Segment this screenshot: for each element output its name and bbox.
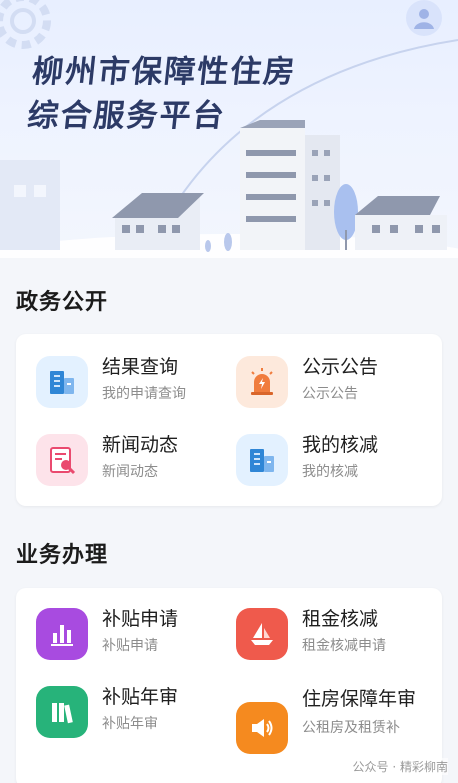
subsidy-annual-review-subtitle: 补贴年审 [102,716,158,732]
subsidy-annual-review-label: 补贴年审 [102,686,179,708]
news-tile[interactable]: 新闻动态 新闻动态 [36,430,236,500]
gear-decoration-icon [0,0,51,49]
bar-chart-icon [36,608,88,660]
subsidy-application-subtitle: 补贴申请 [102,638,158,654]
housing-annual-review-subtitle: 公租房及租赁补 [302,720,400,736]
rent-reduction-label: 租金核减 [302,608,379,630]
building-icon [236,434,288,486]
wechat-watermark: 公众号 · 精彩柳南 [352,758,448,775]
public-notice-tile[interactable]: 公示公告 公示公告 [236,352,436,422]
section-title-government-affairs: 政务公开 [16,290,109,315]
section-title-business: 业务办理 [16,543,109,568]
subsidy-application-label: 补贴申请 [102,608,179,630]
public-notice-subtitle: 公示公告 [302,386,358,402]
my-reduction-subtitle: 我的核减 [302,464,358,480]
rent-reduction-tile[interactable]: 租金核减 租金核减申请 [236,604,436,674]
my-reduction-tile[interactable]: 我的核减 我的核减 [236,430,436,500]
app-page: 柳州市保障性住房 综合服务平台 政务公开 结果查询 我的申请查询 公示公告 公示… [0,0,458,783]
watermark-text: 公众号 · 精彩柳南 [352,760,448,774]
subsidy-annual-review-tile[interactable]: 补贴年审 补贴年审 [36,682,236,752]
building-icon [36,356,88,408]
news-label: 新闻动态 [102,434,179,456]
document-search-icon [36,434,88,486]
hero-banner: 柳州市保障性住房 综合服务平台 [0,0,458,258]
housing-annual-review-tile[interactable]: 住房保障年审 公租房及租赁补 [236,682,436,754]
result-query-label: 结果查询 [102,356,179,378]
public-notice-label: 公示公告 [302,356,379,378]
speaker-icon [236,702,288,754]
business-card: 补贴申请 补贴申请 租金核减 租金核减申请 补贴年审 补贴年审 住房保障年审 公… [16,588,442,783]
government-affairs-card: 结果查询 我的申请查询 公示公告 公示公告 新闻动态 新闻动态 我的核减 我的核… [16,334,442,506]
subsidy-application-tile[interactable]: 补贴申请 补贴申请 [36,604,236,674]
platform-title-line2: 综合服务平台 [25,98,228,134]
platform-title-line1: 柳州市保障性住房 [30,54,299,90]
user-avatar-icon[interactable] [406,0,442,36]
result-query-subtitle: 我的申请查询 [102,386,186,402]
platform-title: 柳州市保障性住房 综合服务平台 [25,50,298,138]
boat-icon [236,608,288,660]
books-icon [36,686,88,738]
rent-reduction-subtitle: 租金核减申请 [302,638,386,654]
my-reduction-label: 我的核减 [302,434,379,456]
result-query-tile[interactable]: 结果查询 我的申请查询 [36,352,236,422]
news-subtitle: 新闻动态 [102,464,158,480]
housing-annual-review-label: 住房保障年审 [302,688,417,710]
alarm-icon [236,356,288,408]
